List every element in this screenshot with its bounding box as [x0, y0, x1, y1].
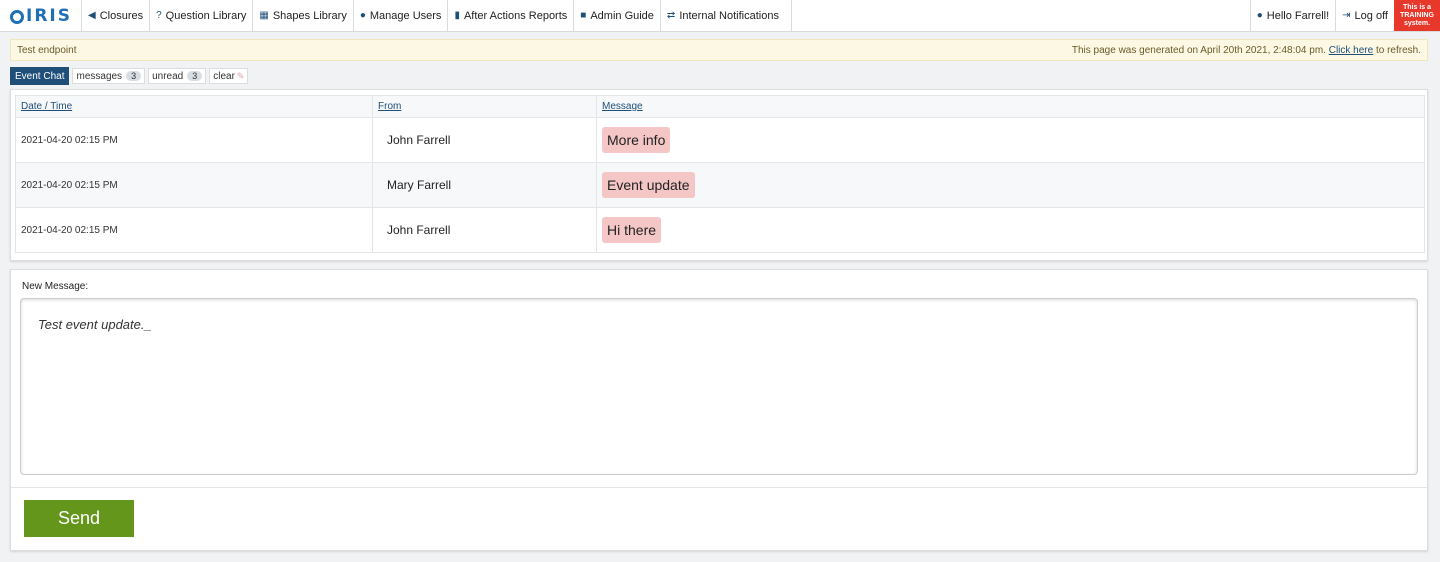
top-navigation: IRIS ◀ Closures ? Question Library ▦ Sha…: [0, 0, 1440, 32]
nav-label: Manage Users: [369, 9, 442, 22]
cell-datetime: 2021-04-20 02:15 PM: [15, 162, 373, 208]
send-button[interactable]: Send: [24, 500, 134, 537]
megaphone-icon: ◀: [88, 10, 96, 21]
compose-divider: [11, 487, 1427, 488]
unread-count-badge: 3: [187, 71, 203, 81]
nav-label: Closures: [99, 9, 144, 22]
table-row: 2021-04-20 02:15 PM John Farrell Hi ther…: [15, 207, 1425, 253]
new-message-input[interactable]: Test event update._: [20, 298, 1418, 475]
new-message-label: New Message:: [22, 281, 89, 292]
question-circle-icon: ?: [156, 10, 162, 21]
nav-label: Internal Notifications: [679, 9, 779, 22]
compose-panel: New Message: Test event update._ Send: [10, 269, 1428, 551]
cell-message: More info: [596, 117, 1425, 163]
header-from[interactable]: From: [372, 95, 597, 118]
map-icon: ▦: [259, 10, 269, 21]
nav-label: After Actions Reports: [463, 9, 568, 22]
training-badge: This is a TRAINING system.: [1394, 0, 1440, 31]
table-row: 2021-04-20 02:15 PM Mary Farrell Event u…: [15, 162, 1425, 208]
clear-button[interactable]: clear ✎: [209, 68, 249, 84]
users-icon: ●: [359, 10, 366, 21]
nav-internal-notifications[interactable]: ⇄ Internal Notifications: [661, 0, 792, 31]
book-icon: ■: [580, 10, 587, 21]
header-datetime[interactable]: Date / Time: [15, 95, 373, 118]
eraser-icon: ✎: [236, 70, 245, 81]
message-bubble: Event update: [602, 172, 695, 198]
unread-filter[interactable]: unread 3: [148, 68, 207, 84]
table-header-row: Date / Time From Message: [15, 95, 1425, 118]
messages-filter[interactable]: messages 3: [72, 68, 146, 84]
endpoint-label: Test endpoint: [17, 44, 77, 56]
nav-manage-users[interactable]: ● Manage Users: [354, 0, 449, 31]
event-chat-tab[interactable]: Event Chat: [10, 67, 70, 85]
nav-label: Question Library: [165, 9, 247, 22]
logoff-link[interactable]: ⇥ Log off: [1335, 0, 1394, 31]
chat-toolbar: Event Chat messages 3 unread 3 clear ✎: [10, 67, 249, 85]
cell-from: John Farrell: [372, 207, 597, 253]
user-icon: ●: [1256, 10, 1263, 21]
generated-info: This page was generated on April 20th 20…: [1071, 44, 1421, 56]
sign-out-icon: ⇥: [1342, 10, 1351, 21]
nav-closures[interactable]: ◀ Closures: [82, 0, 151, 31]
bar-chart-icon: ▮: [454, 10, 460, 21]
message-bubble: More info: [602, 127, 671, 153]
table-row: 2021-04-20 02:15 PM John Farrell More in…: [15, 117, 1425, 163]
notice-bar: Test endpoint This page was generated on…: [10, 39, 1428, 61]
exchange-circle-icon: ⇄: [666, 10, 676, 21]
iris-logo[interactable]: IRIS: [0, 0, 82, 31]
logo-ring-icon: [10, 9, 24, 24]
cell-message: Hi there: [596, 207, 1425, 253]
logoff-label: Log off: [1354, 9, 1388, 22]
user-greeting[interactable]: ● Hello Farrell!: [1249, 0, 1335, 31]
cell-from: Mary Farrell: [372, 162, 597, 208]
cell-message: Event update: [596, 162, 1425, 208]
nav-shapes-library[interactable]: ▦ Shapes Library: [253, 0, 354, 31]
messages-count-badge: 3: [126, 71, 142, 81]
nav-label: Admin Guide: [590, 9, 654, 22]
greeting-text: Hello Farrell!: [1266, 9, 1330, 22]
messages-panel: Date / Time From Message 2021-04-20 02:1…: [10, 89, 1428, 261]
refresh-link[interactable]: Click here: [1329, 45, 1373, 56]
nav-admin-guide[interactable]: ■ Admin Guide: [574, 0, 661, 31]
nav-label: Shapes Library: [272, 9, 347, 22]
header-message[interactable]: Message: [596, 95, 1425, 118]
message-bubble: Hi there: [602, 217, 662, 243]
cell-datetime: 2021-04-20 02:15 PM: [15, 207, 373, 253]
cell-from: John Farrell: [372, 117, 597, 163]
cell-datetime: 2021-04-20 02:15 PM: [15, 117, 373, 163]
nav-question-library[interactable]: ? Question Library: [150, 0, 254, 31]
nav-after-actions-reports[interactable]: ▮ After Actions Reports: [448, 0, 575, 31]
messages-table: Date / Time From Message 2021-04-20 02:1…: [15, 95, 1425, 253]
